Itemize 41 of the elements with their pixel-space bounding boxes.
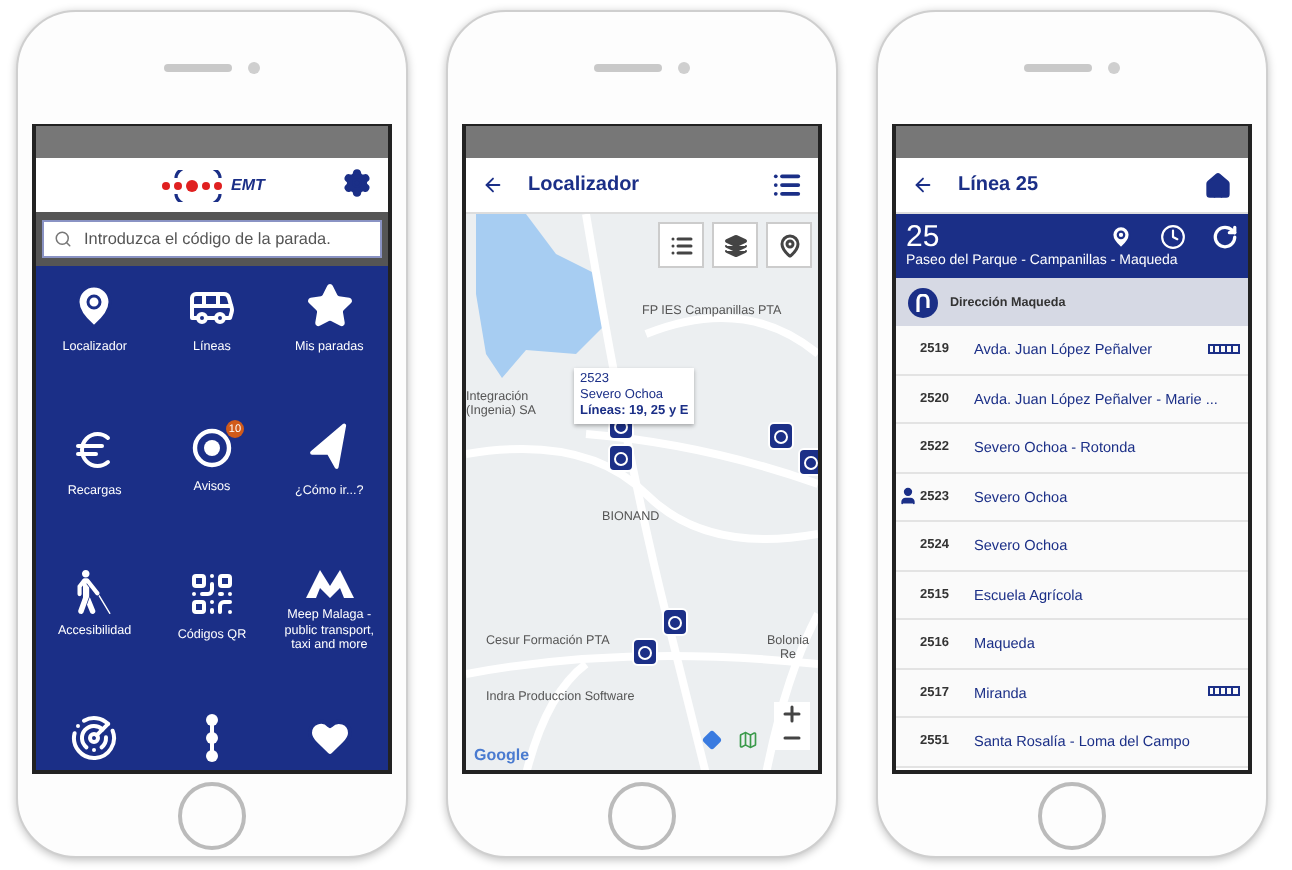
speaker-grille xyxy=(1024,64,1092,72)
layers-button[interactable] xyxy=(712,222,758,268)
zoom-in-icon[interactable] xyxy=(780,702,804,726)
search-field[interactable]: Introduzca el código de la parada. xyxy=(42,220,382,258)
u-turn-icon xyxy=(908,287,938,317)
camera-dot xyxy=(678,62,690,74)
bus-stop-marker[interactable] xyxy=(768,422,794,450)
bus-stop-marker[interactable] xyxy=(798,448,818,476)
back-arrow-icon[interactable] xyxy=(912,174,934,196)
line-number: 25 xyxy=(906,220,942,254)
back-arrow-icon[interactable] xyxy=(482,174,504,196)
bus-stop-marker[interactable] xyxy=(632,638,658,666)
directions-icon[interactable] xyxy=(702,730,722,750)
m-logo-icon xyxy=(305,570,354,598)
home-icon[interactable] xyxy=(1204,171,1232,199)
screen-title: Localizador xyxy=(528,174,642,196)
route-stops-icon xyxy=(203,714,220,762)
layers-icon xyxy=(723,233,747,257)
clock-icon[interactable] xyxy=(1160,224,1186,250)
qr-code-icon xyxy=(187,570,236,618)
map-pin-icon xyxy=(777,233,801,257)
radar-icon xyxy=(70,714,119,762)
camera-dot xyxy=(248,62,260,74)
bus-stop-marker[interactable] xyxy=(662,608,688,636)
speaker-grille xyxy=(594,64,662,72)
bus-stop-marker[interactable] xyxy=(608,444,634,472)
emt-logo: EMT xyxy=(159,169,265,201)
map-attribution: Google xyxy=(474,746,530,764)
star-icon xyxy=(305,282,354,330)
settings-icon[interactable] xyxy=(342,168,372,198)
list-button[interactable] xyxy=(658,222,704,268)
speaker-grille xyxy=(164,64,232,72)
map-pin-icon[interactable] xyxy=(1108,224,1134,250)
list-icon[interactable] xyxy=(772,170,802,200)
location-button[interactable] xyxy=(766,222,812,268)
refresh-icon[interactable] xyxy=(1212,224,1238,250)
maps-app-icon[interactable] xyxy=(738,730,758,750)
list-icon xyxy=(669,233,693,257)
screen-title: Línea 25 xyxy=(958,174,1041,196)
camera-dot xyxy=(1108,62,1120,74)
search-icon xyxy=(54,230,72,248)
